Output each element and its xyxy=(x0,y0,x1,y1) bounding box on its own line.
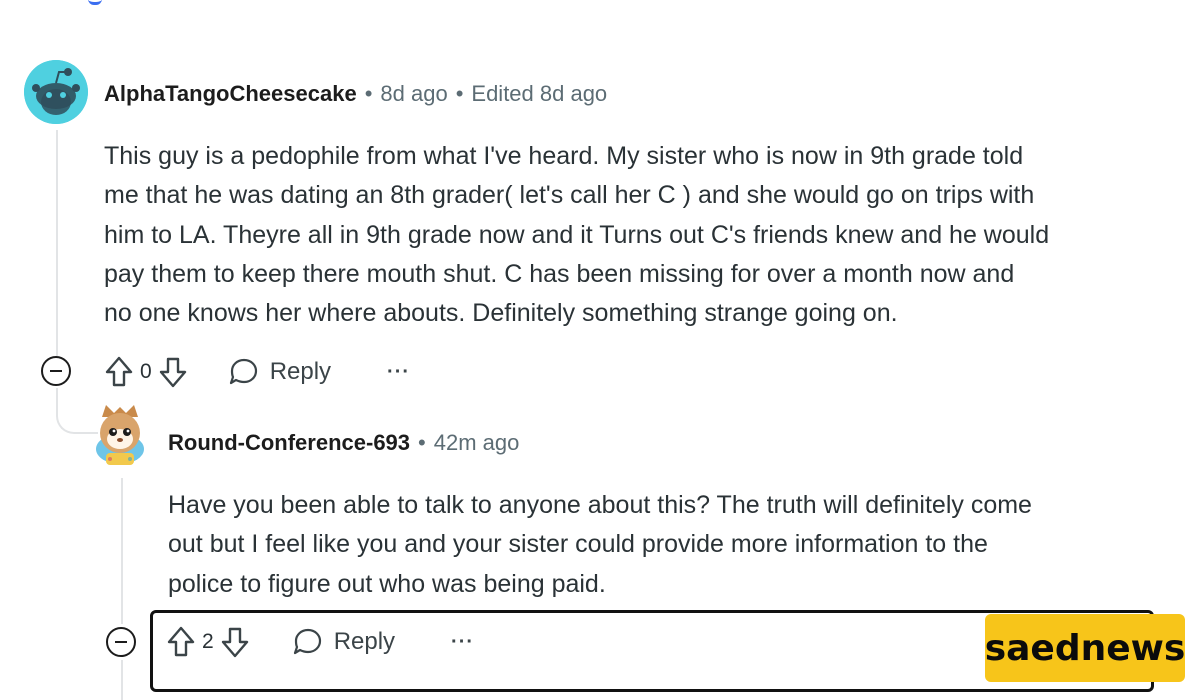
vote-count: 2 xyxy=(202,630,214,653)
edited-label: Edited 8d ago xyxy=(471,81,608,106)
avatar[interactable] xyxy=(24,60,88,124)
separator-dot: • xyxy=(418,430,426,455)
comment-line: out but I feel like you and your sister … xyxy=(168,530,988,559)
watermark-logo: saednews xyxy=(985,614,1185,682)
minus-circle-icon xyxy=(115,641,127,643)
more-options-button[interactable]: ··· xyxy=(387,361,410,384)
avatar[interactable] xyxy=(92,403,148,467)
separator-dot: • xyxy=(364,81,373,106)
thread-line[interactable] xyxy=(56,130,58,356)
timestamp[interactable]: 8d ago xyxy=(380,81,447,107)
minus-circle-icon xyxy=(50,370,62,372)
username[interactable]: AlphaTangoCheesecake xyxy=(104,81,357,107)
comment-line: Have you been able to talk to anyone abo… xyxy=(168,491,1032,519)
downvote-arrow-icon[interactable] xyxy=(158,355,188,389)
more-options-button[interactable]: ··· xyxy=(451,631,474,654)
previous-content-edge xyxy=(88,0,102,5)
reply-button[interactable]: Reply xyxy=(228,356,331,388)
comment-line: me that he was dating an 8th grader( let… xyxy=(104,181,1035,210)
collapse-button[interactable] xyxy=(41,356,71,386)
speech-bubble-icon xyxy=(293,628,321,655)
comment-actions: 2 Reply ··· xyxy=(166,622,474,662)
comment-line: This guy is a pedophile from what I've h… xyxy=(104,142,1024,170)
speech-bubble-icon xyxy=(229,358,257,385)
reply-label: Reply xyxy=(269,358,332,385)
comment-actions: 0 Reply ··· xyxy=(104,352,410,392)
comment-header: Round-Conference-693 • 42m ago xyxy=(168,427,519,459)
timestamp[interactable]: 42m ago xyxy=(434,430,520,456)
snoo-avatar-icon xyxy=(24,60,88,124)
separator-dot: • xyxy=(455,81,464,106)
comment-line: pay them to keep there mouth shut. C has… xyxy=(104,259,1015,288)
comment-body: This guy is a pedophile from what I've h… xyxy=(104,137,1184,333)
comment-line: police to figure out who was being paid. xyxy=(168,569,606,598)
comment-line: no one knows her where abouts. Definitel… xyxy=(104,299,898,328)
username[interactable]: Round-Conference-693 xyxy=(168,430,410,456)
downvote-arrow-icon[interactable] xyxy=(220,625,250,659)
thread-line[interactable] xyxy=(121,478,123,624)
comment-body: Have you been able to talk to anyone abo… xyxy=(168,486,1178,604)
reply-button[interactable]: Reply xyxy=(292,626,395,658)
comment-line: him to LA. Theyre all in 9th grade now a… xyxy=(104,220,1050,249)
cat-avatar-icon xyxy=(96,405,144,465)
reply-label: Reply xyxy=(333,628,396,655)
comment-header: AlphaTangoCheesecake • 8d ago • Edited 8… xyxy=(104,78,607,110)
upvote-arrow-icon[interactable] xyxy=(166,625,196,659)
collapse-button[interactable] xyxy=(106,627,136,657)
upvote-arrow-icon[interactable] xyxy=(104,355,134,389)
vote-count: 0 xyxy=(140,360,152,383)
thread-line[interactable] xyxy=(121,660,123,700)
